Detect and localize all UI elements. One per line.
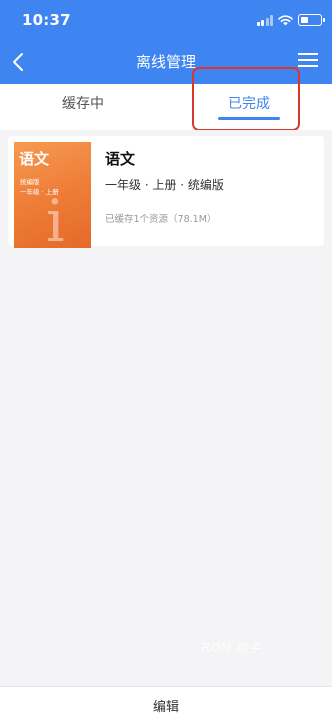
tab-completed[interactable]: 已完成 [166,84,332,130]
nav-bar: 离线管理 [0,40,332,84]
cover-title: 语文 [19,150,50,168]
edit-button[interactable]: 编辑 [0,696,332,715]
cover-decoration: i [46,187,65,248]
menu-icon [298,53,318,67]
battery-icon [298,14,325,26]
tab-downloading[interactable]: 缓存中 [0,84,166,130]
tab-label: 缓存中 [62,96,104,112]
signal-icon [256,14,273,26]
cover-edition: 统编版 [20,178,40,186]
status-time: 10:37 [22,11,71,29]
bottom-bar: 编辑 [0,686,332,720]
item-meta: 一年级 · 上册 · 统编版 [105,178,224,192]
active-tab-indicator [218,117,280,120]
watermark: ROM 助手 [202,641,261,655]
item-cache-info: 已缓存1个资源（78.1M） [105,214,217,225]
page-title: 离线管理 [135,53,196,71]
tab-bar: 缓存中 已完成 [0,84,332,130]
status-icons [256,14,325,26]
tab-label: 已完成 [228,96,270,112]
status-bar: 10:37 [0,0,332,40]
content-area: 语文 统编版 一年级 · 上册 i 语文 一年级 · 上册 · 统编版 已缓存1… [0,130,332,686]
menu-button[interactable] [298,50,318,72]
wifi-icon [278,14,293,25]
item-title: 语文 [105,150,136,168]
book-cover: 语文 统编版 一年级 · 上册 i [14,142,91,248]
list-item[interactable]: 语文 统编版 一年级 · 上册 i 语文 一年级 · 上册 · 统编版 已缓存1… [8,136,324,248]
